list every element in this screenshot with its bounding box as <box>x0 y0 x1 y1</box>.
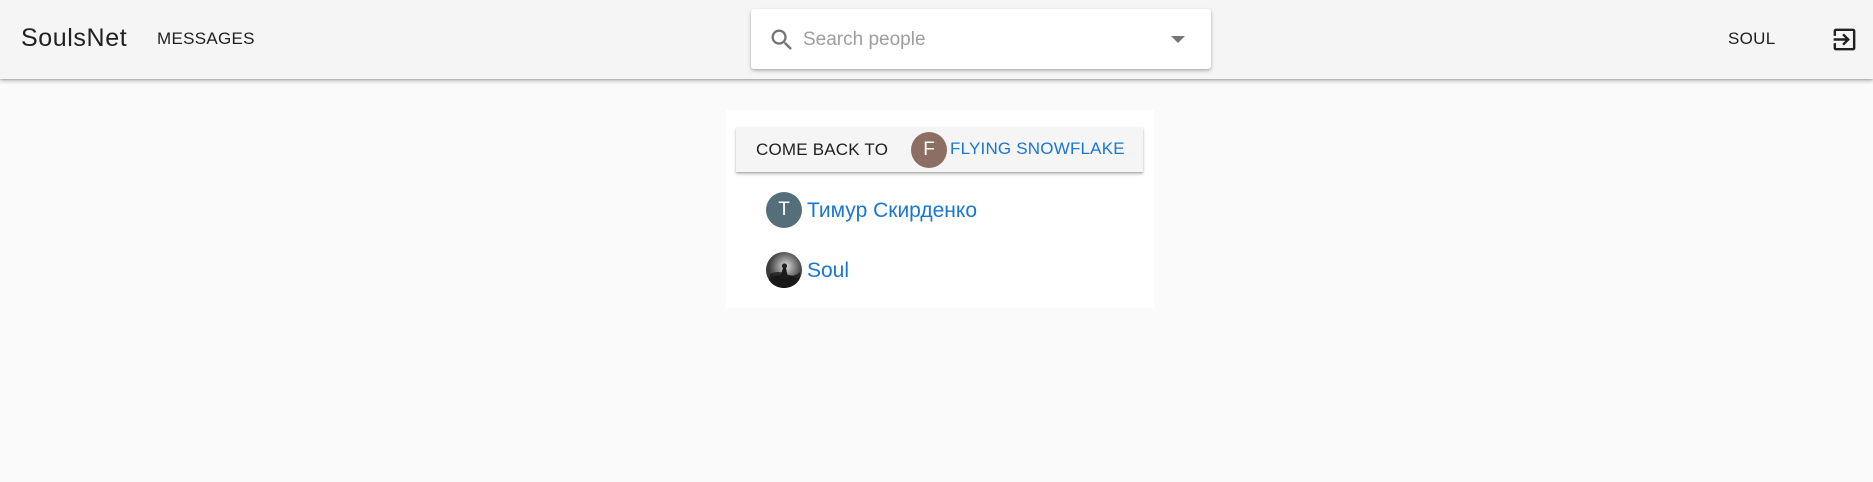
come-back-label: COME BACK TO <box>756 140 889 159</box>
brand-title[interactable]: SoulsNet <box>21 23 127 53</box>
search-people-box[interactable] <box>751 9 1211 69</box>
dropdown-arrow-icon[interactable] <box>1171 36 1185 43</box>
person-name-link[interactable]: Soul <box>807 259 849 283</box>
logout-icon[interactable] <box>1830 25 1859 54</box>
avatar: F <box>911 132 947 168</box>
messages-nav-button[interactable]: MESSAGES <box>157 29 255 49</box>
search-icon <box>771 29 792 50</box>
current-user-button[interactable]: SOUL <box>1728 29 1776 49</box>
top-app-bar: SoulsNet MESSAGES SOUL <box>0 0 1873 79</box>
come-back-user-name[interactable]: FLYING SNOWFLAKE <box>950 139 1125 159</box>
people-panel: COME BACK TO F FLYING SNOWFLAKE T Тимур … <box>726 110 1154 308</box>
come-back-button[interactable]: COME BACK TO F FLYING SNOWFLAKE <box>736 127 1143 172</box>
avatar-photo-image <box>768 263 800 288</box>
search-input[interactable] <box>801 23 1135 57</box>
person-name-link[interactable]: Тимур Скирденко <box>807 199 977 223</box>
avatar: T <box>766 192 802 228</box>
avatar-photo <box>766 252 802 288</box>
